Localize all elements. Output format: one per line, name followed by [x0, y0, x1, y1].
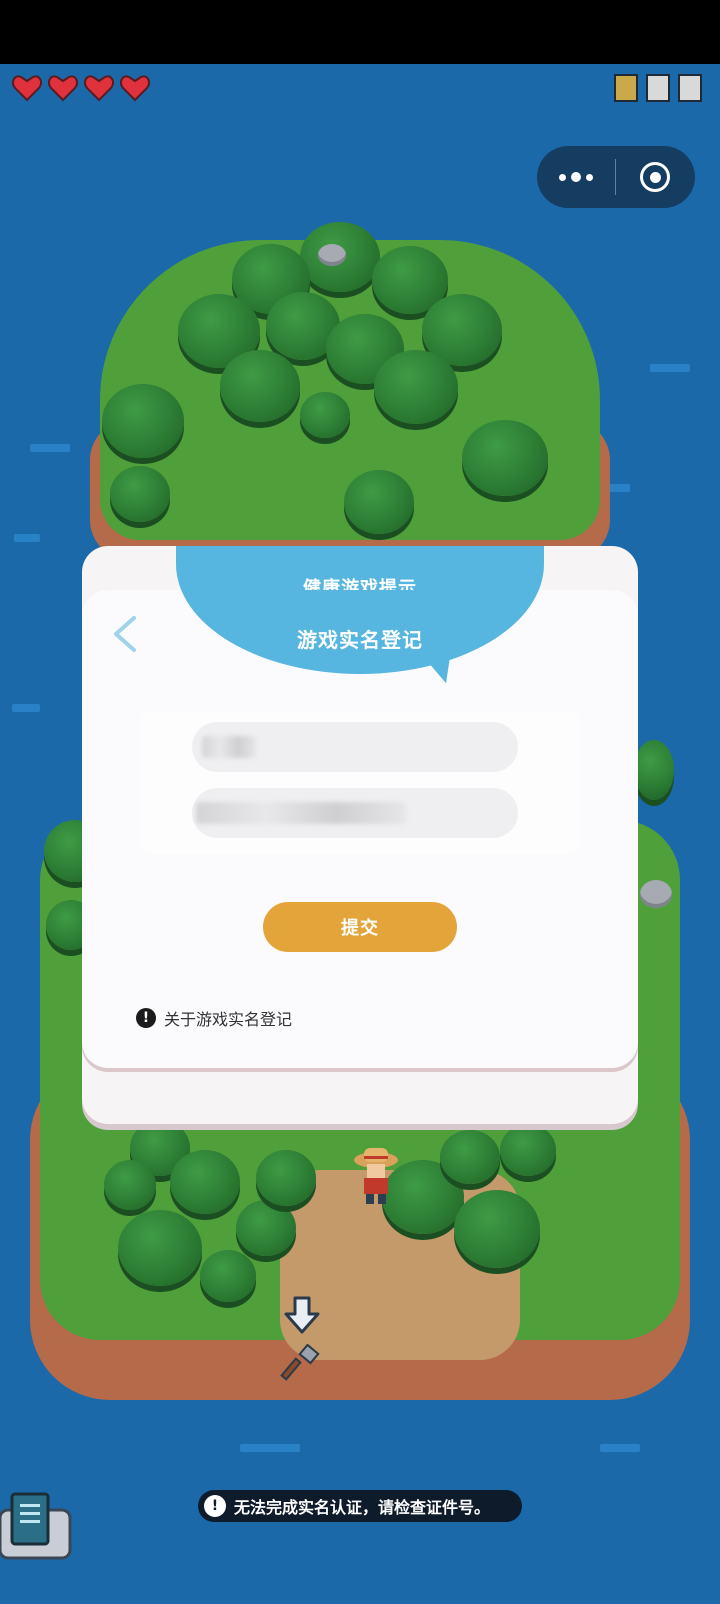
rock: [318, 244, 346, 266]
heart-icon: [12, 74, 42, 102]
status-bar: [0, 0, 720, 64]
name-field[interactable]: [192, 722, 518, 772]
hud-top-right: [614, 74, 702, 102]
health-hearts: [12, 74, 150, 102]
id-number-field[interactable]: [192, 788, 518, 838]
heart-icon: [120, 74, 150, 102]
about-real-name-link[interactable]: ! 关于游戏实名登记: [136, 1006, 292, 1030]
submit-button[interactable]: 提交: [263, 902, 457, 952]
heart-icon: [84, 74, 114, 102]
banner-subtitle: 健康游戏提示: [303, 578, 417, 590]
arrow-down-icon: [284, 1296, 320, 1334]
about-label: 关于游戏实名登记: [164, 1010, 293, 1029]
player-character[interactable]: [352, 1144, 400, 1206]
heart-icon: [48, 74, 78, 102]
exclamation-icon: !: [204, 1495, 226, 1517]
shovel-icon[interactable]: [280, 1344, 320, 1384]
target-circle-icon[interactable]: [616, 162, 694, 192]
chevron-left-icon[interactable]: [108, 612, 142, 656]
toast-message: 无法完成实名认证，请检查证件号。: [234, 1498, 491, 1517]
banner-tail: [428, 658, 454, 686]
more-dots-icon[interactable]: [537, 172, 615, 182]
card-icon[interactable]: [678, 74, 702, 102]
card-icon[interactable]: [646, 74, 670, 102]
exclamation-icon: !: [136, 1008, 156, 1028]
dialog-title: 游戏实名登记: [297, 628, 423, 652]
mini-program-capsule: [537, 146, 695, 208]
book-icon[interactable]: [0, 1490, 72, 1566]
error-toast: ! 无法完成实名认证，请检查证件号。: [198, 1490, 522, 1522]
map-card-icon[interactable]: [614, 74, 638, 102]
